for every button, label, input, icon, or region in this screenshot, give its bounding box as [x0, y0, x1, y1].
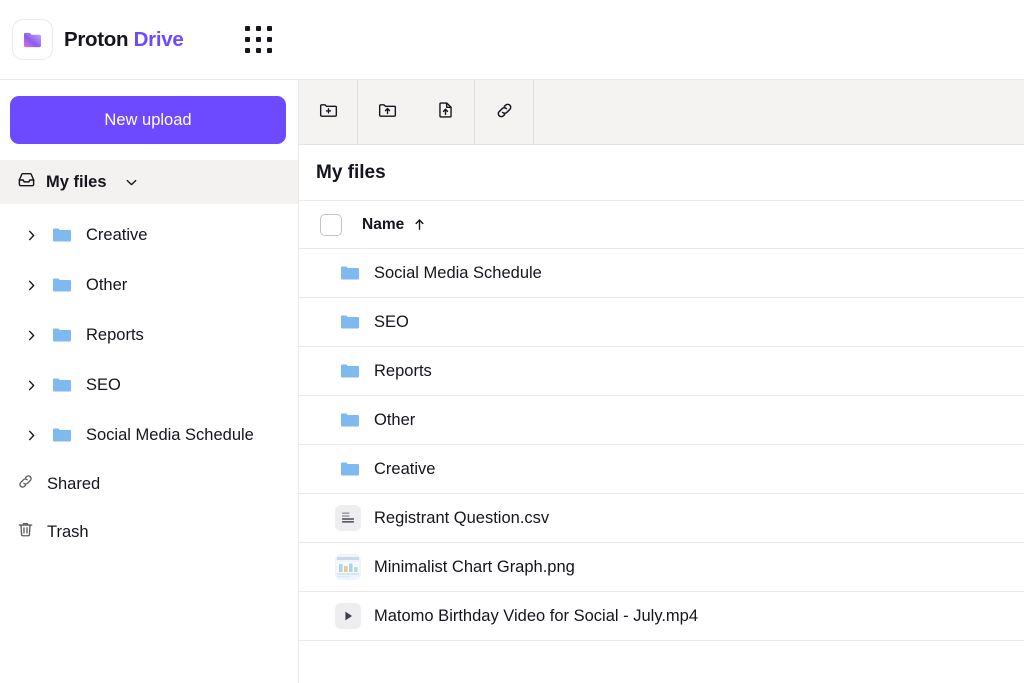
folder-icon — [51, 274, 73, 296]
arrow-up-icon[interactable] — [412, 217, 427, 232]
image-thumbnail-icon — [335, 554, 361, 580]
toolbar-group-create — [299, 80, 358, 144]
folder-plus-icon — [318, 100, 339, 124]
column-header-name[interactable]: Name — [362, 216, 427, 234]
app-grid-icon[interactable] — [245, 26, 272, 53]
toolbar-group-share — [475, 80, 534, 144]
sidebar-item-shared[interactable]: Shared — [0, 460, 298, 508]
sidebar: New upload My files Creative Other Repor… — [0, 80, 299, 683]
proton-drive-app: Proton Drive New upload My files Creativ… — [0, 0, 1024, 683]
toolbar-group-upload — [358, 80, 475, 144]
folder-upload-icon — [377, 100, 398, 124]
chevron-right-icon[interactable] — [25, 329, 51, 342]
upload-file-button[interactable] — [416, 80, 474, 144]
file-list: Social Media Schedule SEO Reports Other … — [299, 249, 1024, 683]
sidebar-tree-item-label: Social Media Schedule — [86, 425, 254, 444]
row-icon — [299, 262, 374, 284]
brand-name-proton: Proton — [64, 27, 129, 51]
folder-icon — [341, 315, 359, 329]
folder-icon — [341, 364, 359, 378]
folder-icon — [51, 424, 73, 446]
folder-icon — [341, 413, 359, 427]
row-icon — [299, 458, 374, 480]
page-title: My files — [316, 161, 386, 183]
video-play-icon — [335, 603, 361, 629]
column-header-name-label: Name — [362, 215, 405, 233]
select-all-checkbox[interactable] — [319, 213, 342, 236]
sidebar-tree-item-other[interactable]: Other — [0, 260, 298, 310]
sidebar-item-label: My files — [46, 172, 107, 191]
table-row[interactable]: Other — [299, 396, 1024, 445]
chevron-right-icon[interactable] — [25, 379, 51, 392]
inbox-icon — [17, 170, 36, 194]
csv-file-icon — [335, 505, 361, 531]
file-name: Minimalist Chart Graph.png — [374, 557, 575, 576]
file-name: Social Media Schedule — [374, 263, 542, 282]
page-title-bar: My files — [299, 145, 1024, 201]
sidebar-item-label: Shared — [47, 474, 101, 493]
table-row[interactable]: Reports — [299, 347, 1024, 396]
table-row[interactable]: Matomo Birthday Video for Social - July.… — [299, 592, 1024, 641]
sidebar-tree-item-label: Other — [86, 275, 128, 294]
chevron-down-icon[interactable] — [125, 176, 138, 189]
proton-drive-logo — [12, 19, 53, 60]
sidebar-tree-item-label: Creative — [86, 225, 148, 244]
toolbar — [299, 80, 1024, 145]
sidebar-tree-item-reports[interactable]: Reports — [0, 310, 298, 360]
file-name: SEO — [374, 312, 409, 331]
file-name: Matomo Birthday Video for Social - July.… — [374, 606, 699, 625]
file-upload-icon — [435, 100, 456, 124]
top-bar: Proton Drive — [0, 0, 1024, 80]
file-list-header: Name — [299, 201, 1024, 249]
folder-tree: Creative Other Reports SEO Social Media … — [0, 204, 298, 460]
row-icon — [299, 409, 374, 431]
sidebar-item-my-files[interactable]: My files — [0, 160, 298, 204]
row-icon — [299, 603, 374, 629]
table-row[interactable]: SEO — [299, 298, 1024, 347]
table-row[interactable]: Minimalist Chart Graph.png — [299, 543, 1024, 592]
chevron-right-icon[interactable] — [25, 279, 51, 292]
sidebar-tree-item-seo[interactable]: SEO — [0, 360, 298, 410]
link-icon — [494, 100, 515, 124]
main-panel: My files Name Social Media Schedule SEO … — [299, 80, 1024, 683]
table-row[interactable]: Creative — [299, 445, 1024, 494]
file-name: Registrant Question.csv — [374, 508, 550, 527]
empty-row — [299, 641, 1024, 683]
body: New upload My files Creative Other Repor… — [0, 80, 1024, 683]
file-name: Reports — [374, 361, 432, 380]
share-link-button[interactable] — [475, 80, 533, 144]
sidebar-item-trash[interactable]: Trash — [0, 508, 298, 556]
file-name: Other — [374, 410, 416, 429]
sidebar-tree-item-social-media-schedule[interactable]: Social Media Schedule — [0, 410, 298, 460]
folder-icon — [341, 462, 359, 476]
brand-name: Proton Drive — [64, 27, 184, 52]
folder-gradient-icon — [23, 32, 41, 47]
upload-folder-button[interactable] — [358, 80, 416, 144]
trash-icon — [16, 520, 35, 544]
create-folder-button[interactable] — [299, 80, 357, 144]
folder-icon — [51, 224, 73, 246]
brand-name-drive: Drive — [133, 27, 184, 51]
row-icon — [299, 311, 374, 333]
select-all-cell — [299, 213, 362, 236]
sidebar-tree-item-creative[interactable]: Creative — [0, 210, 298, 260]
table-row[interactable]: Social Media Schedule — [299, 249, 1024, 298]
sidebar-tree-item-label: Reports — [86, 325, 144, 344]
sidebar-tree-item-label: SEO — [86, 375, 121, 394]
folder-icon — [341, 266, 359, 280]
folder-icon — [51, 324, 73, 346]
row-icon — [299, 554, 374, 580]
file-name: Creative — [374, 459, 436, 478]
chevron-right-icon[interactable] — [25, 229, 51, 242]
chevron-right-icon[interactable] — [25, 429, 51, 442]
table-row[interactable]: Registrant Question.csv — [299, 494, 1024, 543]
row-icon — [299, 360, 374, 382]
new-upload-button[interactable]: New upload — [10, 96, 286, 144]
folder-icon — [51, 374, 73, 396]
link-icon — [16, 472, 35, 496]
sidebar-item-label: Trash — [47, 522, 89, 541]
row-icon — [299, 505, 374, 531]
